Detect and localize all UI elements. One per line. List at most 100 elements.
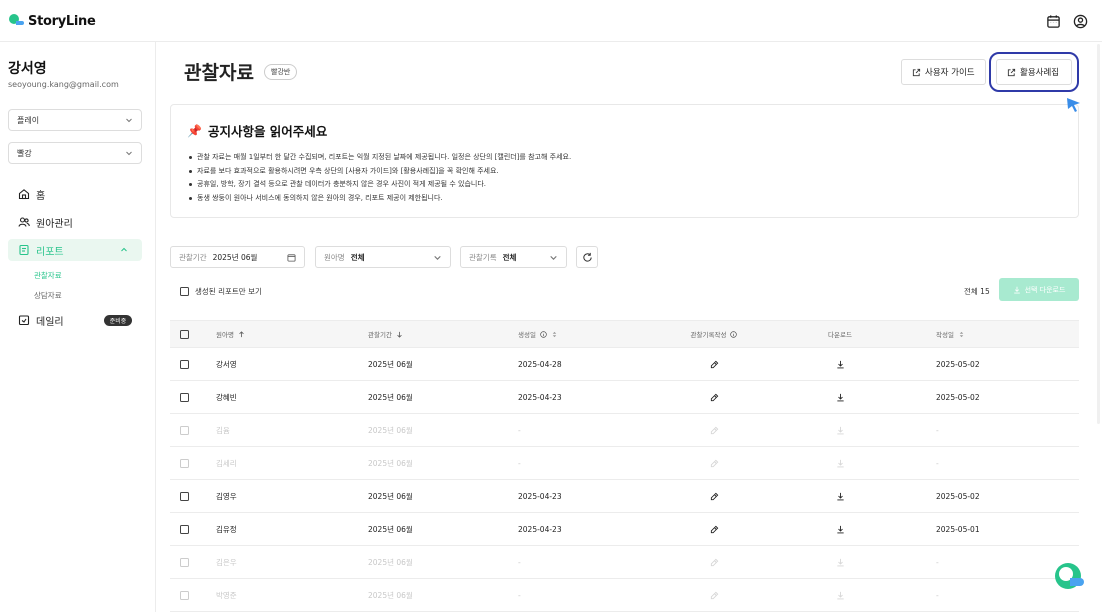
- cell-name: 김윰: [216, 425, 230, 435]
- only-generated-label: 생성된 리포트만 보기: [195, 287, 262, 296]
- sidebar: 강서영 seoyoung.kang@gmail.com 플레이 빨강 홈 원아관…: [0, 42, 156, 612]
- table-row[interactable]: 강혜빈 2025년 06월 2025-04-23 2025-05-02: [170, 381, 1079, 414]
- table-row[interactable]: 박영준 2025년 06월 - -: [170, 579, 1079, 612]
- cell-name: 박영준: [216, 590, 237, 600]
- edit-icon: [710, 393, 718, 401]
- download-icon: [1013, 286, 1020, 293]
- notice-item: 동생 쌍둥이 원아나 서비스에 동의하지 않은 원아의 경우, 리포트 제공이 …: [189, 192, 571, 206]
- checkbox[interactable]: [180, 287, 189, 296]
- class-select[interactable]: 빨강: [8, 142, 142, 164]
- header-date[interactable]: 작성일: [936, 321, 965, 347]
- child-filter[interactable]: 원아명 전체: [315, 246, 451, 268]
- cell-date: -: [936, 590, 939, 600]
- table-row[interactable]: 김영우 2025년 06월 2025-04-23 2025-05-02: [170, 480, 1079, 513]
- header-name-label: 원아명: [216, 331, 234, 339]
- chat-assistant-button[interactable]: [1052, 560, 1088, 596]
- row-checkbox[interactable]: [180, 491, 189, 501]
- sidebar-sub-observation[interactable]: 관찰자료: [34, 270, 62, 281]
- edit-record-button[interactable]: [674, 381, 754, 413]
- table-row[interactable]: 김은우 2025년 06월 - -: [170, 546, 1079, 579]
- select-all-cell: [180, 321, 189, 347]
- sidebar-item-home[interactable]: 홈: [8, 183, 142, 205]
- user-name: 강서영: [8, 61, 47, 77]
- sort-icon: [552, 331, 557, 337]
- download-icon: [836, 360, 844, 368]
- header-period[interactable]: 관찰기간: [368, 321, 403, 347]
- top-bar: StoryLine: [0, 0, 1102, 42]
- notice-panel: 📌 공지사항을 읽어주세요 관찰 자료는 매월 1일부터 한 달간 수집되며, …: [170, 98, 1080, 218]
- edit-record-button[interactable]: [674, 480, 754, 512]
- download-icon: [836, 525, 844, 533]
- download-icon: [836, 558, 844, 566]
- daily-icon: [18, 315, 30, 326]
- download-button: [810, 447, 870, 479]
- header-birth[interactable]: 생성일: [518, 321, 558, 347]
- sidebar-sub-counsel[interactable]: 상담자료: [34, 290, 62, 301]
- cell-period: 2025년 06월: [368, 359, 413, 369]
- sidebar-item-report[interactable]: 리포트: [8, 239, 142, 261]
- cell-birth: -: [518, 590, 521, 600]
- table-row[interactable]: 강서영 2025년 06월 2025-04-28 2025-05-02: [170, 348, 1079, 381]
- sort-icon: [959, 331, 964, 337]
- cell-period: 2025년 06월: [368, 458, 413, 468]
- notice-title: 📌 공지사항을 읽어주세요: [187, 121, 327, 140]
- scrollbar[interactable]: [1097, 44, 1100, 424]
- calendar-icon[interactable]: [1046, 14, 1061, 29]
- user-email: seoyoung.kang@gmail.com: [8, 80, 119, 89]
- row-check-cell: [180, 579, 189, 611]
- user-guide-button[interactable]: 사용자 가이드: [901, 59, 986, 85]
- period-filter[interactable]: 관찰기간 2025년 06월: [170, 246, 305, 268]
- table-row[interactable]: 김윰 2025년 06월 - -: [170, 414, 1079, 447]
- notice-item: 공휴일, 방학, 장기 결석 등으로 관찰 데이터가 충분하지 않은 경우 사진…: [189, 178, 571, 192]
- account-icon[interactable]: [1073, 14, 1088, 29]
- edit-icon: [710, 426, 718, 434]
- edit-record-button: [674, 579, 754, 611]
- table-row[interactable]: 김세리 2025년 06월 - -: [170, 447, 1079, 480]
- edit-record-button[interactable]: [674, 348, 754, 380]
- cell-period: 2025년 06월: [368, 557, 413, 567]
- cell-birth: 2025-04-23: [518, 524, 562, 534]
- cell-name: 김유정: [216, 524, 237, 534]
- download-button[interactable]: [810, 513, 870, 545]
- report-icon: [19, 244, 29, 256]
- download-icon: [836, 426, 844, 434]
- edit-icon: [710, 492, 718, 500]
- download-button[interactable]: [810, 348, 870, 380]
- refresh-button[interactable]: [576, 246, 598, 268]
- header-name[interactable]: 원아명: [216, 321, 245, 347]
- select-all-checkbox[interactable]: [180, 329, 189, 339]
- table-row[interactable]: 김유정 2025년 06월 2025-04-23 2025-05-01: [170, 513, 1079, 546]
- row-check-cell: [180, 447, 189, 479]
- chevron-down-icon: [126, 151, 132, 156]
- app-logo[interactable]: StoryLine: [8, 13, 96, 29]
- record-filter[interactable]: 관찰기록 전체: [460, 246, 567, 268]
- row-check-cell: [180, 348, 189, 380]
- record-filter-value: 전체: [502, 252, 517, 262]
- external-link-icon: [1007, 68, 1016, 76]
- class-badge: 빨강반: [264, 64, 298, 80]
- download-button[interactable]: [810, 381, 870, 413]
- cell-birth: -: [518, 425, 521, 435]
- download-icon: [836, 591, 844, 599]
- users-icon: [18, 217, 30, 227]
- school-select[interactable]: 플레이: [8, 109, 142, 131]
- download-icon: [836, 393, 844, 401]
- download-selected-button[interactable]: 선택 다운로드: [999, 278, 1079, 301]
- case-book-button[interactable]: 활용사례집: [989, 52, 1079, 92]
- row-checkbox: [180, 425, 189, 435]
- row-check-cell: [180, 414, 189, 446]
- download-icon: [836, 492, 844, 500]
- download-button[interactable]: [810, 480, 870, 512]
- calendar-icon: [287, 253, 296, 262]
- row-checkbox[interactable]: [180, 359, 189, 369]
- app-name: StoryLine: [28, 13, 96, 29]
- row-checkbox[interactable]: [180, 524, 189, 534]
- cell-name: 김세리: [216, 458, 237, 468]
- edit-record-button[interactable]: [674, 513, 754, 545]
- row-checkbox[interactable]: [180, 392, 189, 402]
- sidebar-item-children[interactable]: 원아관리: [8, 211, 142, 233]
- only-generated-toggle[interactable]: 생성된 리포트만 보기: [180, 286, 262, 297]
- notice-title-text: 공지사항을 읽어주세요: [207, 124, 328, 139]
- edit-icon: [710, 591, 718, 599]
- class-select-value: 빨강: [17, 148, 32, 158]
